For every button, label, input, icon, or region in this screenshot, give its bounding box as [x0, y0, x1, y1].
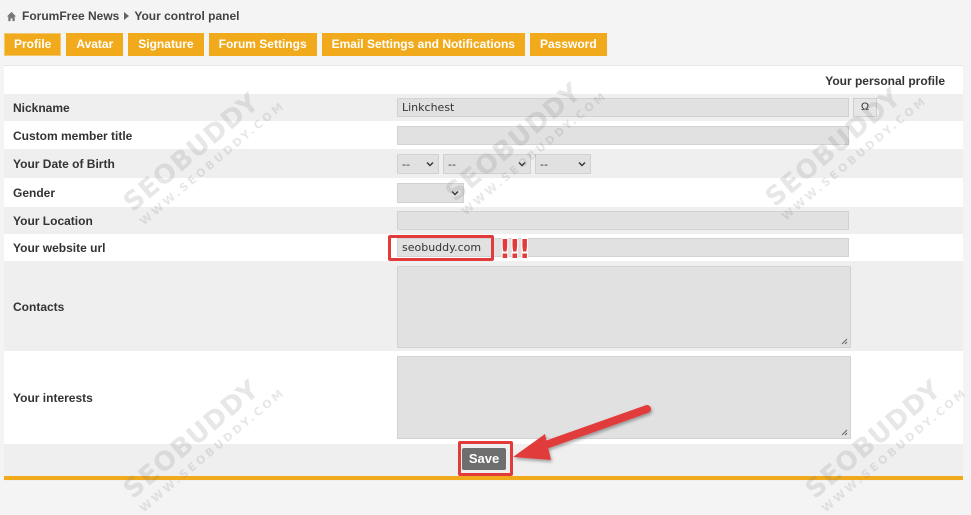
website-highlight-box: [388, 235, 494, 261]
location-input[interactable]: [397, 211, 849, 230]
tab-password[interactable]: Password: [529, 33, 607, 56]
dob-day-select[interactable]: --: [397, 154, 439, 174]
row-interests: Your interests: [4, 351, 963, 444]
dob-year-select[interactable]: --: [535, 154, 591, 174]
member-title-label: Custom member title: [13, 129, 133, 143]
dob-year-value: --: [540, 157, 548, 171]
chevron-down-icon: [518, 162, 526, 167]
member-title-input[interactable]: [397, 126, 849, 145]
gender-label: Gender: [13, 186, 56, 200]
nickname-input[interactable]: Linkchest: [397, 98, 849, 117]
row-date-of-birth: Your Date of Birth -- -- --: [4, 149, 963, 178]
row-location: Your Location: [4, 207, 963, 234]
profile-panel: Your personal profile Nickname Linkchest…: [4, 65, 963, 481]
dob-month-value: --: [448, 157, 456, 171]
website-label: Your website url: [13, 241, 106, 255]
save-button[interactable]: Save: [462, 448, 506, 470]
panel-bottom-border: [4, 476, 963, 480]
breadcrumb: ForumFree News Your control panel: [6, 9, 239, 23]
arrow-icon: [513, 405, 651, 460]
chevron-down-icon: [578, 162, 586, 167]
resize-handle-icon[interactable]: [841, 338, 848, 345]
row-gender: Gender: [4, 178, 963, 207]
home-icon[interactable]: [6, 11, 17, 22]
dob-label: Your Date of Birth: [13, 157, 115, 171]
special-chars-button[interactable]: Ω: [853, 98, 877, 117]
row-member-title: Custom member title: [4, 121, 963, 149]
tab-forum-settings[interactable]: Forum Settings: [208, 33, 317, 56]
tab-profile[interactable]: Profile: [4, 33, 62, 56]
location-label: Your Location: [13, 214, 93, 228]
tab-avatar[interactable]: Avatar: [66, 33, 124, 56]
resize-handle-icon[interactable]: [841, 429, 848, 436]
breadcrumb-current: Your control panel: [134, 9, 240, 23]
breadcrumb-forum-link[interactable]: ForumFree News: [22, 9, 119, 23]
profile-tabs: Profile Avatar Signature Forum Settings …: [4, 33, 607, 56]
panel-title: Your personal profile: [825, 74, 945, 88]
interests-label: Your interests: [13, 391, 93, 405]
nickname-label: Nickname: [13, 101, 70, 115]
dob-month-select[interactable]: --: [443, 154, 531, 174]
row-contacts: Contacts: [4, 261, 963, 351]
gender-select[interactable]: [397, 183, 464, 203]
chevron-down-icon: [451, 191, 459, 196]
tab-signature[interactable]: Signature: [128, 33, 204, 56]
chevron-down-icon: [426, 162, 434, 167]
row-nickname: Nickname Linkchest Ω: [4, 94, 963, 121]
dob-day-value: --: [402, 157, 410, 171]
tab-email-settings[interactable]: Email Settings and Notifications: [321, 33, 525, 56]
exclamation-annotation: !!!: [499, 235, 531, 265]
contacts-textarea[interactable]: [397, 266, 851, 348]
contacts-label: Contacts: [13, 300, 65, 314]
chevron-right-icon: [124, 12, 130, 20]
